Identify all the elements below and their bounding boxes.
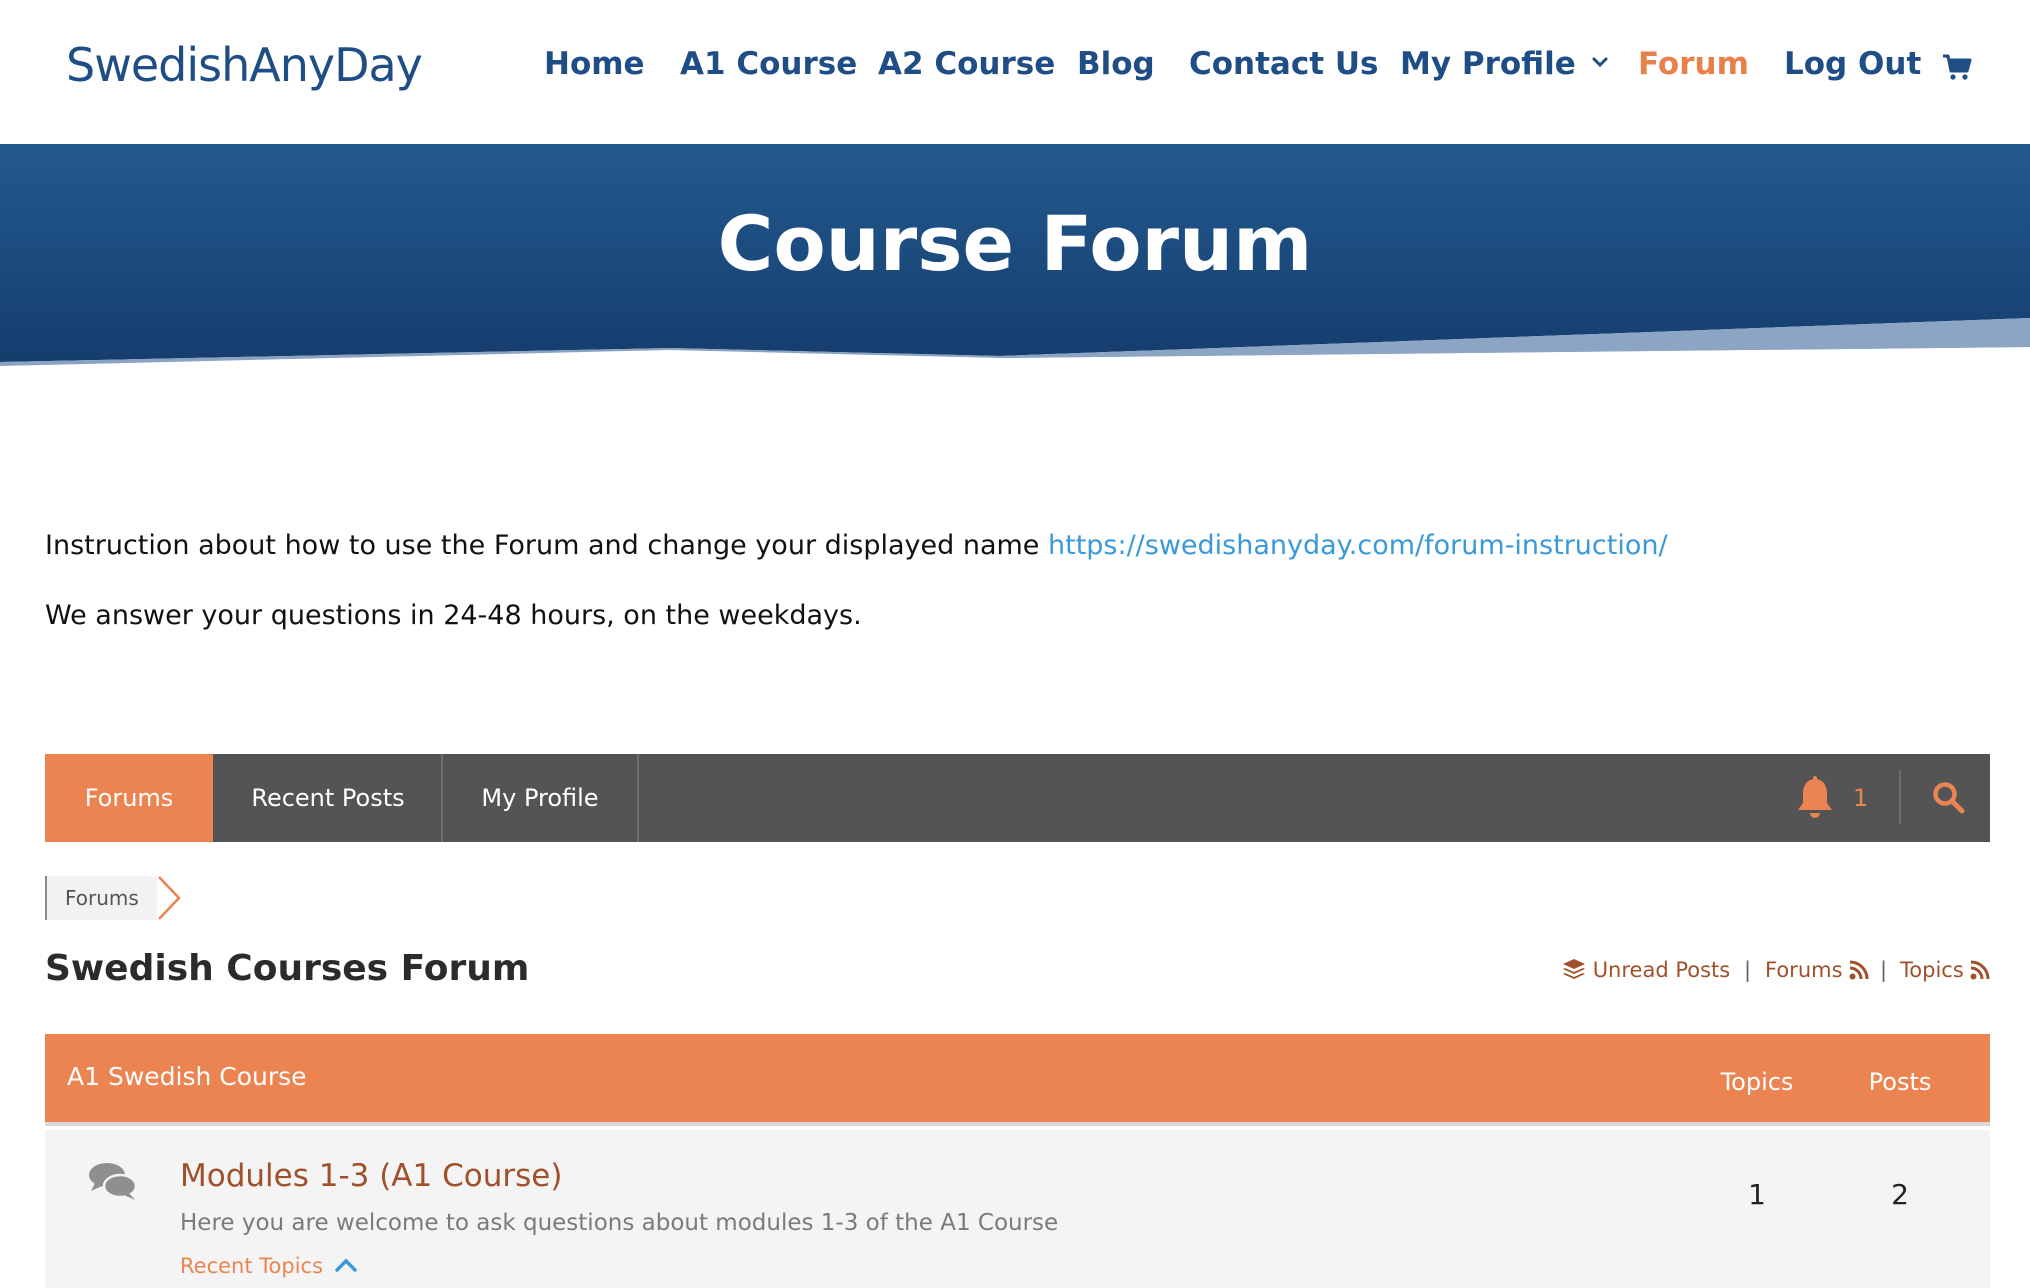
topics-feed-link[interactable]: Topics bbox=[1900, 958, 1990, 982]
search-icon[interactable] bbox=[1931, 780, 1967, 816]
link-separator: | bbox=[1744, 958, 1752, 982]
instruction-text: Instruction about how to use the Forum a… bbox=[45, 530, 1040, 561]
bell-icon[interactable] bbox=[1795, 776, 1835, 820]
site-header: SwedishAnyDay Home A1 Course A2 Course B… bbox=[0, 0, 2030, 144]
instruction-paragraph: Instruction about how to use the Forum a… bbox=[45, 530, 1668, 561]
forum-description: Here you are welcome to ask questions ab… bbox=[180, 1210, 1059, 1236]
forum-feed-links: Unread Posts | Forums | Topics bbox=[1562, 956, 1990, 988]
breadcrumb-forums[interactable]: Forums bbox=[45, 876, 157, 920]
page-title: Course Forum bbox=[717, 199, 1313, 288]
nav-a2-course[interactable]: A2 Course bbox=[878, 46, 1055, 82]
forum-posts-count: 2 bbox=[1891, 1178, 1909, 1211]
notification-count[interactable]: 1 bbox=[1853, 784, 1868, 812]
layers-icon bbox=[1563, 959, 1585, 979]
hero-banner: Course Forum bbox=[0, 144, 2030, 374]
forums-feed-label: Forums bbox=[1765, 958, 1843, 982]
nav-forum[interactable]: Forum bbox=[1638, 46, 1749, 82]
forum-heading: Swedish Courses Forum bbox=[45, 948, 530, 989]
recent-topics-toggle[interactable]: Recent Topics bbox=[180, 1254, 323, 1278]
nav-my-profile[interactable]: My Profile bbox=[1400, 46, 1576, 82]
cart-icon[interactable] bbox=[1942, 52, 1972, 82]
forum-title-link[interactable]: Modules 1-3 (A1 Course) bbox=[180, 1158, 562, 1194]
link-separator: | bbox=[1880, 958, 1888, 982]
unread-posts-label: Unread Posts bbox=[1592, 958, 1731, 982]
rss-icon bbox=[1970, 960, 1990, 980]
category-title[interactable]: A1 Swedish Course bbox=[67, 1062, 307, 1091]
site-logo[interactable]: SwedishAnyDay bbox=[66, 38, 423, 92]
nav-log-out[interactable]: Log Out bbox=[1784, 46, 1921, 82]
tab-my-profile[interactable]: My Profile bbox=[443, 754, 639, 842]
column-topics: Topics bbox=[1720, 1068, 1794, 1096]
nav-my-profile-wrap: My Profile bbox=[1400, 46, 1609, 82]
unread-posts-link[interactable]: Unread Posts bbox=[1562, 958, 1730, 982]
comments-icon bbox=[89, 1163, 138, 1200]
rss-icon bbox=[1849, 960, 1869, 980]
forum-row: Modules 1-3 (A1 Course) Here you are wel… bbox=[45, 1130, 1990, 1288]
chevron-up-icon[interactable] bbox=[333, 1256, 359, 1274]
toolbar-divider bbox=[1899, 770, 1901, 824]
forums-feed-link[interactable]: Forums bbox=[1765, 958, 1869, 982]
response-time-text: We answer your questions in 24-48 hours,… bbox=[45, 600, 862, 631]
tab-recent-posts[interactable]: Recent Posts bbox=[215, 754, 443, 842]
category-header: A1 Swedish Course Topics Posts bbox=[45, 1034, 1990, 1126]
forum-toolbar: Forums Recent Posts My Profile 1 bbox=[45, 754, 1990, 842]
breadcrumb-arrow-icon bbox=[158, 876, 181, 920]
forum-topics-count: 1 bbox=[1748, 1178, 1766, 1211]
topics-feed-label: Topics bbox=[1900, 958, 1964, 982]
instruction-link[interactable]: https://swedishanyday.com/forum-instruct… bbox=[1048, 530, 1668, 561]
nav-home[interactable]: Home bbox=[544, 46, 645, 82]
chevron-down-icon[interactable] bbox=[1591, 56, 1609, 68]
column-posts: Posts bbox=[1868, 1068, 1932, 1096]
nav-blog[interactable]: Blog bbox=[1077, 46, 1155, 82]
nav-contact-us[interactable]: Contact Us bbox=[1189, 46, 1378, 82]
nav-a1-course[interactable]: A1 Course bbox=[680, 46, 857, 82]
tab-forums[interactable]: Forums bbox=[45, 754, 215, 842]
